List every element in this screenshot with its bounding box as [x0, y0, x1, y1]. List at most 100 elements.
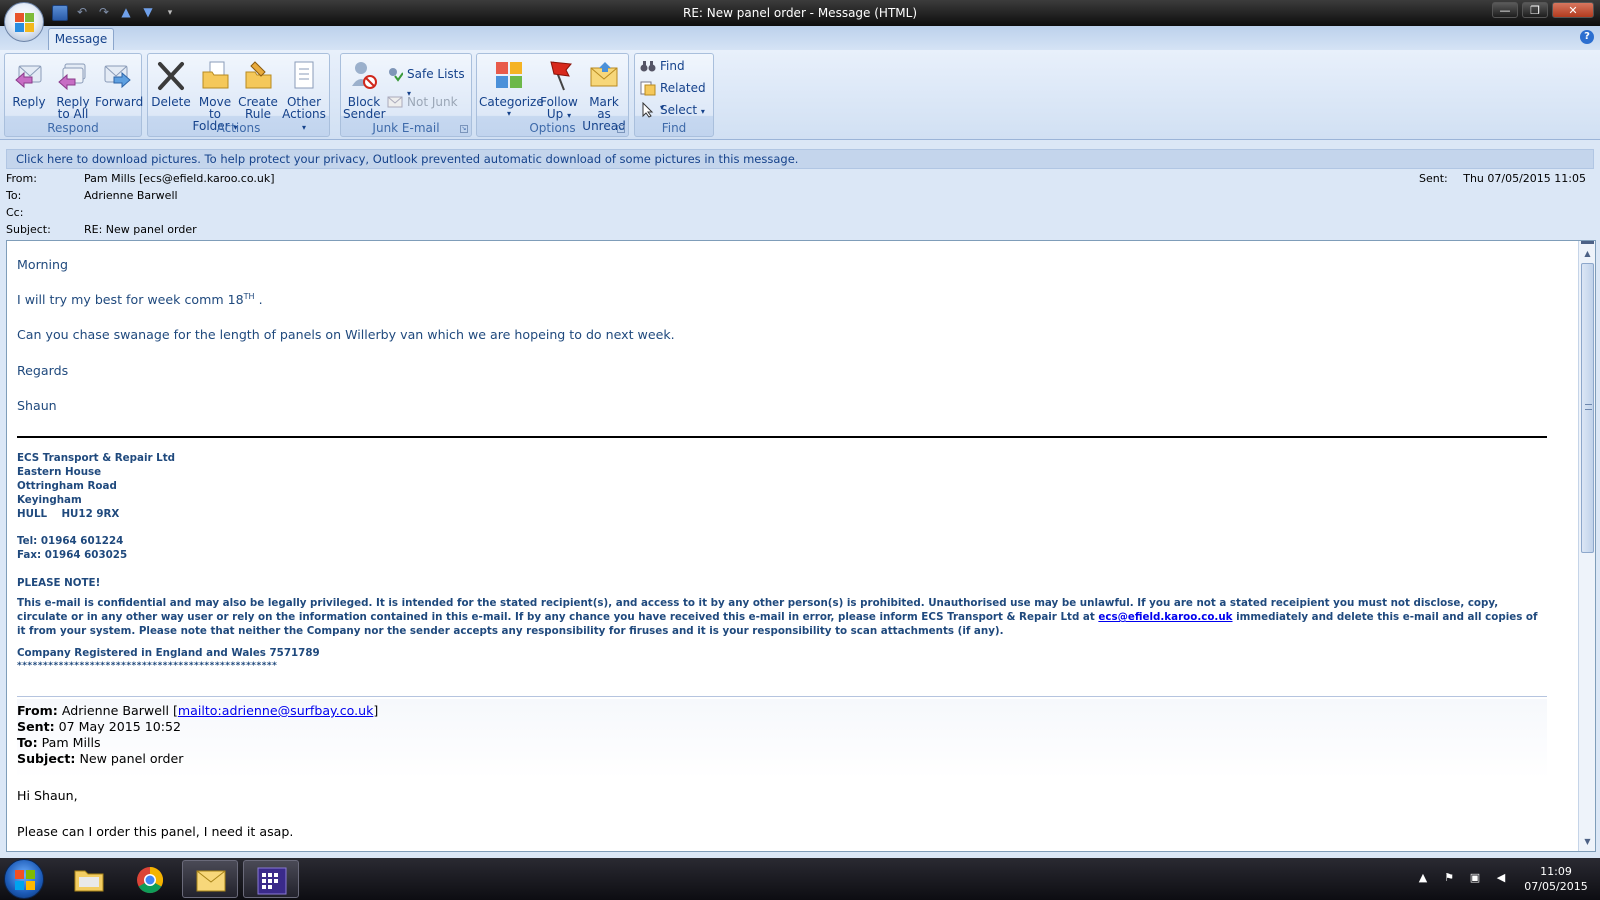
dialog-launcher-icon[interactable]: ↘: [460, 125, 468, 133]
not-junk-label: Not Junk: [407, 95, 458, 109]
quoted-sent-label: Sent:: [17, 719, 55, 734]
header-sent: Sent: Thu 07/05/2015 11:05: [1419, 172, 1586, 185]
follow-up-label-2: Up ▾: [539, 108, 579, 122]
week-line: I will try my best for week comm 18TH .: [17, 292, 263, 307]
to-value[interactable]: Adrienne Barwell: [84, 189, 178, 202]
chase-line: Can you chase swanage for the length of …: [17, 327, 675, 342]
move-to-folder-icon: [200, 58, 230, 92]
tab-message[interactable]: Message: [48, 28, 114, 50]
week-line-superscript: TH: [243, 292, 255, 301]
safe-lists-button[interactable]: Safe Lists ▾: [387, 65, 471, 98]
quoted-to: To: Pam Mills: [17, 735, 101, 750]
sig-address-4: HULL HU12 9RX: [17, 508, 120, 520]
outlook-calendar-icon: [257, 867, 287, 895]
move-to-folder-label-1: Move to: [198, 95, 232, 121]
not-junk-button[interactable]: Not Junk: [387, 93, 458, 111]
dropdown-arrow-icon: ▾: [567, 111, 572, 120]
volume-icon[interactable]: ◀: [1494, 871, 1508, 885]
taskbar-outlook[interactable]: [243, 860, 299, 898]
sig-fax: Fax: 01964 603025: [17, 549, 128, 561]
categorize-icon: [494, 58, 524, 92]
group-label-options: Options: [529, 121, 576, 135]
clock-date: 07/05/2015: [1524, 880, 1588, 893]
sig-registered: Company Registered in England and Wales …: [17, 647, 320, 659]
mark-as-unread-label-1: Mark as: [589, 95, 619, 121]
safe-lists-label: Safe Lists: [407, 67, 465, 81]
save-icon[interactable]: [52, 5, 68, 21]
scrollbar-top-line: [1581, 241, 1594, 244]
vertical-scrollbar[interactable]: ▲ ▼: [1578, 241, 1595, 851]
windows-logo-icon: [15, 870, 35, 890]
forward-button[interactable]: Forward: [95, 56, 143, 108]
related-button[interactable]: Related ▾: [640, 79, 713, 112]
previous-item-icon[interactable]: ▲: [118, 5, 134, 21]
block-sender-button[interactable]: Block Sender: [343, 56, 386, 120]
dialog-launcher-icon[interactable]: ↘: [617, 125, 625, 133]
taskbar-explorer[interactable]: [60, 860, 116, 898]
find-button[interactable]: Find: [640, 57, 685, 75]
reply-label: Reply: [12, 95, 46, 109]
windows-taskbar: ▲ ⚑ ▣ ◀ 11:09 07/05/2015: [0, 858, 1600, 900]
sig-note-title: PLEASE NOTE!: [17, 577, 101, 589]
network-icon[interactable]: ▣: [1468, 871, 1482, 885]
message-body-pane[interactable]: Morning I will try my best for week comm…: [6, 240, 1596, 852]
related-icon: [640, 80, 656, 96]
maximize-button[interactable]: ❐: [1522, 2, 1548, 18]
window-controls: — ❐ ✕: [1492, 2, 1594, 18]
taskbar-clock[interactable]: 11:09 07/05/2015: [1522, 864, 1590, 894]
quoted-separator: [17, 696, 1547, 697]
action-center-flag-icon[interactable]: ⚑: [1442, 871, 1456, 885]
regards-line: Regards: [17, 363, 69, 378]
subject-label: Subject:: [6, 223, 51, 236]
select-button[interactable]: Select ▾: [640, 101, 705, 119]
week-line-end: .: [254, 292, 263, 308]
categorize-button[interactable]: Categorize ▾: [479, 56, 544, 120]
taskbar-chrome[interactable]: [121, 860, 177, 898]
create-rule-button[interactable]: Create Rule: [238, 56, 278, 120]
close-button[interactable]: ✕: [1552, 2, 1594, 18]
taskbar-outlook-message[interactable]: [182, 860, 238, 898]
categorize-label: Categorize: [479, 95, 544, 109]
sig-tel: Tel: 01964 601224: [17, 535, 124, 547]
download-pictures-infobar[interactable]: Click here to download pictures. To help…: [6, 149, 1594, 169]
help-icon[interactable]: ?: [1580, 30, 1594, 44]
reply-all-button[interactable]: Reply to All: [51, 56, 95, 120]
delete-label: Delete: [151, 95, 191, 109]
start-button[interactable]: [4, 859, 44, 899]
customize-qat-icon[interactable]: ▾: [162, 5, 178, 21]
ribbon: Reply Reply to All Forward Respond Delet…: [0, 50, 1600, 140]
quoted-sent-value: 07 May 2015 10:52: [54, 719, 182, 734]
redo-icon[interactable]: ↷: [96, 5, 112, 21]
disclaimer-email-link[interactable]: ecs@efield.karoo.co.uk: [1098, 611, 1232, 623]
undo-icon[interactable]: ↶: [74, 5, 90, 21]
greeting-line: Morning: [17, 257, 68, 272]
from-value[interactable]: Pam Mills [ecs@efield.karoo.co.uk]: [84, 172, 275, 185]
related-label: Related: [660, 81, 706, 95]
office-button[interactable]: [4, 2, 44, 42]
safe-lists-icon: [387, 66, 404, 82]
follow-up-button[interactable]: Follow Up ▾: [539, 56, 579, 122]
tray-icons: ▲ ⚑ ▣ ◀: [1416, 871, 1508, 885]
scroll-down-icon[interactable]: ▼: [1580, 835, 1595, 849]
delete-button[interactable]: Delete: [150, 56, 192, 108]
create-rule-label-2: Rule: [244, 107, 272, 121]
quoted-subject: Subject: New panel order: [17, 751, 183, 766]
outlook-message-icon: [196, 870, 226, 892]
quoted-body: Please can I order this panel, I need it…: [17, 824, 294, 839]
quoted-mailto-link[interactable]: mailto:adrienne@surfbay.co.uk: [178, 703, 374, 718]
next-item-icon[interactable]: ▼: [140, 5, 156, 21]
quoted-sent: Sent: 07 May 2015 10:52: [17, 719, 181, 734]
group-actions: Delete Move to Folder ▾ Create Rule Othe…: [147, 53, 330, 137]
subject-value: RE: New panel order: [84, 223, 197, 236]
signature-divider: [17, 436, 1547, 438]
sig-address-3: Keyingham: [17, 494, 82, 506]
ribbon-tab-row: Message ?: [0, 26, 1600, 50]
quoted-to-value: Pam Mills: [37, 735, 101, 750]
scrollbar-thumb[interactable]: [1581, 263, 1594, 553]
scroll-up-icon[interactable]: ▲: [1580, 247, 1595, 261]
window-title: RE: New panel order - Message (HTML): [683, 6, 917, 20]
show-hidden-icons-icon[interactable]: ▲: [1416, 871, 1430, 885]
group-respond: Reply Reply to All Forward Respond: [4, 53, 143, 137]
reply-button[interactable]: Reply: [9, 56, 49, 108]
minimize-button[interactable]: —: [1492, 2, 1518, 18]
